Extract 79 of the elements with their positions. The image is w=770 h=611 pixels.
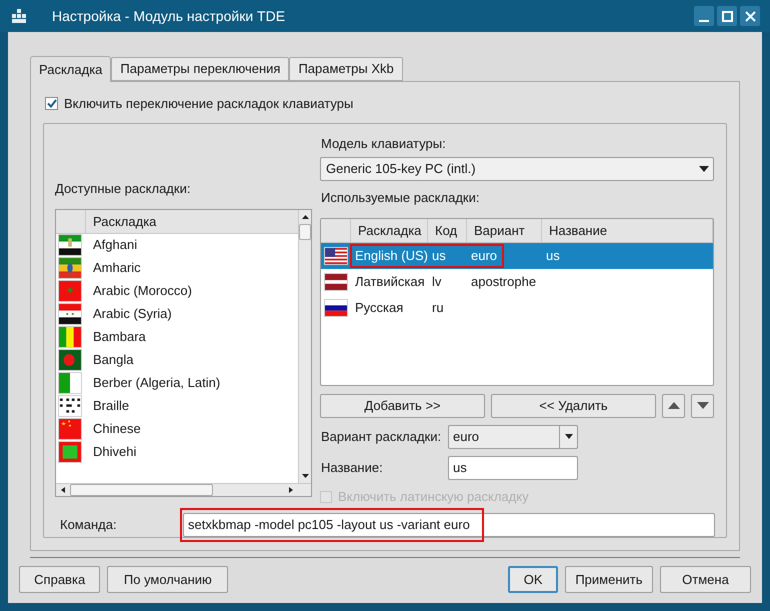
dialog-button[interactable]: Справка [19,566,100,593]
checkbox-label: Включить переключение раскладок клавиатуры [64,95,354,113]
flag-icon [58,441,82,463]
flag-icon [58,372,82,394]
table-cell: apostrophe [471,274,536,289]
dropdown-arrow-icon [699,166,709,172]
table-cell: us [546,248,560,263]
close-button[interactable] [740,6,760,26]
flag-icon [58,395,82,417]
flag-icon [58,303,82,325]
app-icon [10,8,28,24]
list-item[interactable]: Dhivehi [86,442,136,462]
move-up-button[interactable] [662,394,685,418]
layout-variant-label: Вариант раскладки: [320,428,442,446]
table-cell: Русская [355,300,404,315]
table-row[interactable]: Латвийская lv apostrophe [321,268,713,294]
checkbox[interactable] [45,97,58,110]
flag-icon [324,298,348,316]
scrollbar-thumb[interactable] [70,484,213,496]
list-item[interactable]: Bambara [86,327,146,347]
flag-icon [324,272,348,290]
name-label: Название: [320,458,384,477]
up-arrow-icon [668,402,680,409]
list-item[interactable]: Chinese [86,419,141,439]
layout-variant-dropdown[interactable]: euro [448,424,578,448]
column-header[interactable]: Вариант [467,218,542,242]
minimize-icon [699,20,709,22]
column-header[interactable]: Раскладка [351,218,428,242]
list-item[interactable]: Braille [86,396,130,416]
list-item[interactable]: Amharic [86,258,141,278]
dialog-button[interactable]: Применить [564,566,653,593]
flag-icon [58,418,82,440]
flag-icon [58,326,82,348]
available-layouts-label: Доступные раскладки: [55,180,192,198]
table-cell: English (US) [355,248,428,263]
command-field[interactable]: setxkbmap -model pc105 -layout us -variant euro [183,512,715,536]
flag-icon [58,257,82,279]
dropdown-arrow-icon [564,434,572,439]
remove-button[interactable]: << Удалить [491,394,656,418]
tab[interactable]: Параметры переключения [111,57,290,81]
add-button[interactable]: Добавить >> [320,394,485,418]
dialog-button[interactable]: OK [508,566,558,593]
column-header[interactable]: Код [428,218,467,242]
active-layouts-label: Используемые раскладки: [320,190,480,207]
flag-icon [324,246,348,264]
name-field[interactable]: us [448,456,578,480]
tab[interactable]: Параметры Xkb [289,57,403,81]
keyboard-model-dropdown[interactable]: Generic 105-key PC (intl.) [320,156,714,180]
flag-icon [58,349,82,371]
down-arrow-icon [696,402,708,409]
checkmark-icon [46,99,56,108]
tab[interactable]: Раскладка [30,56,112,82]
table-cell: us [432,248,446,263]
table-cell: Латвийская [355,274,425,289]
command-label: Команда: [59,516,118,534]
table-row[interactable]: Русская ru [321,294,713,320]
vertical-scrollbar[interactable] [298,210,311,482]
flag-icon [58,280,82,302]
maximize-icon [722,10,732,22]
column-header[interactable]: Название [542,218,713,242]
list-item[interactable]: Arabic (Syria) [86,304,172,324]
table-cell: ru [432,300,444,315]
scrollbar-thumb[interactable] [299,224,311,240]
maximize-button[interactable] [717,6,737,26]
list-item[interactable]: Bangla [86,350,134,370]
list-item[interactable]: Berber (Algeria, Latin) [86,373,220,393]
minimize-button[interactable] [694,6,714,26]
horizontal-scrollbar[interactable] [56,482,311,496]
dialog-button[interactable]: Отмена [660,566,751,593]
keyboard-model-label: Модель клавиатуры: [320,136,447,153]
dialog-button[interactable]: По умолчанию [107,566,228,593]
move-down-button[interactable] [691,394,714,418]
table-cell: euro [471,248,498,263]
list-item[interactable]: Afghani [86,235,138,255]
list-item[interactable]: Arabic (Morocco) [86,281,192,301]
close-icon [744,10,756,22]
table-cell: lv [432,274,442,289]
window-title: Настройка - Модуль настройки TDE [52,6,286,26]
table-row[interactable]: English (US) us euro us [321,242,713,268]
